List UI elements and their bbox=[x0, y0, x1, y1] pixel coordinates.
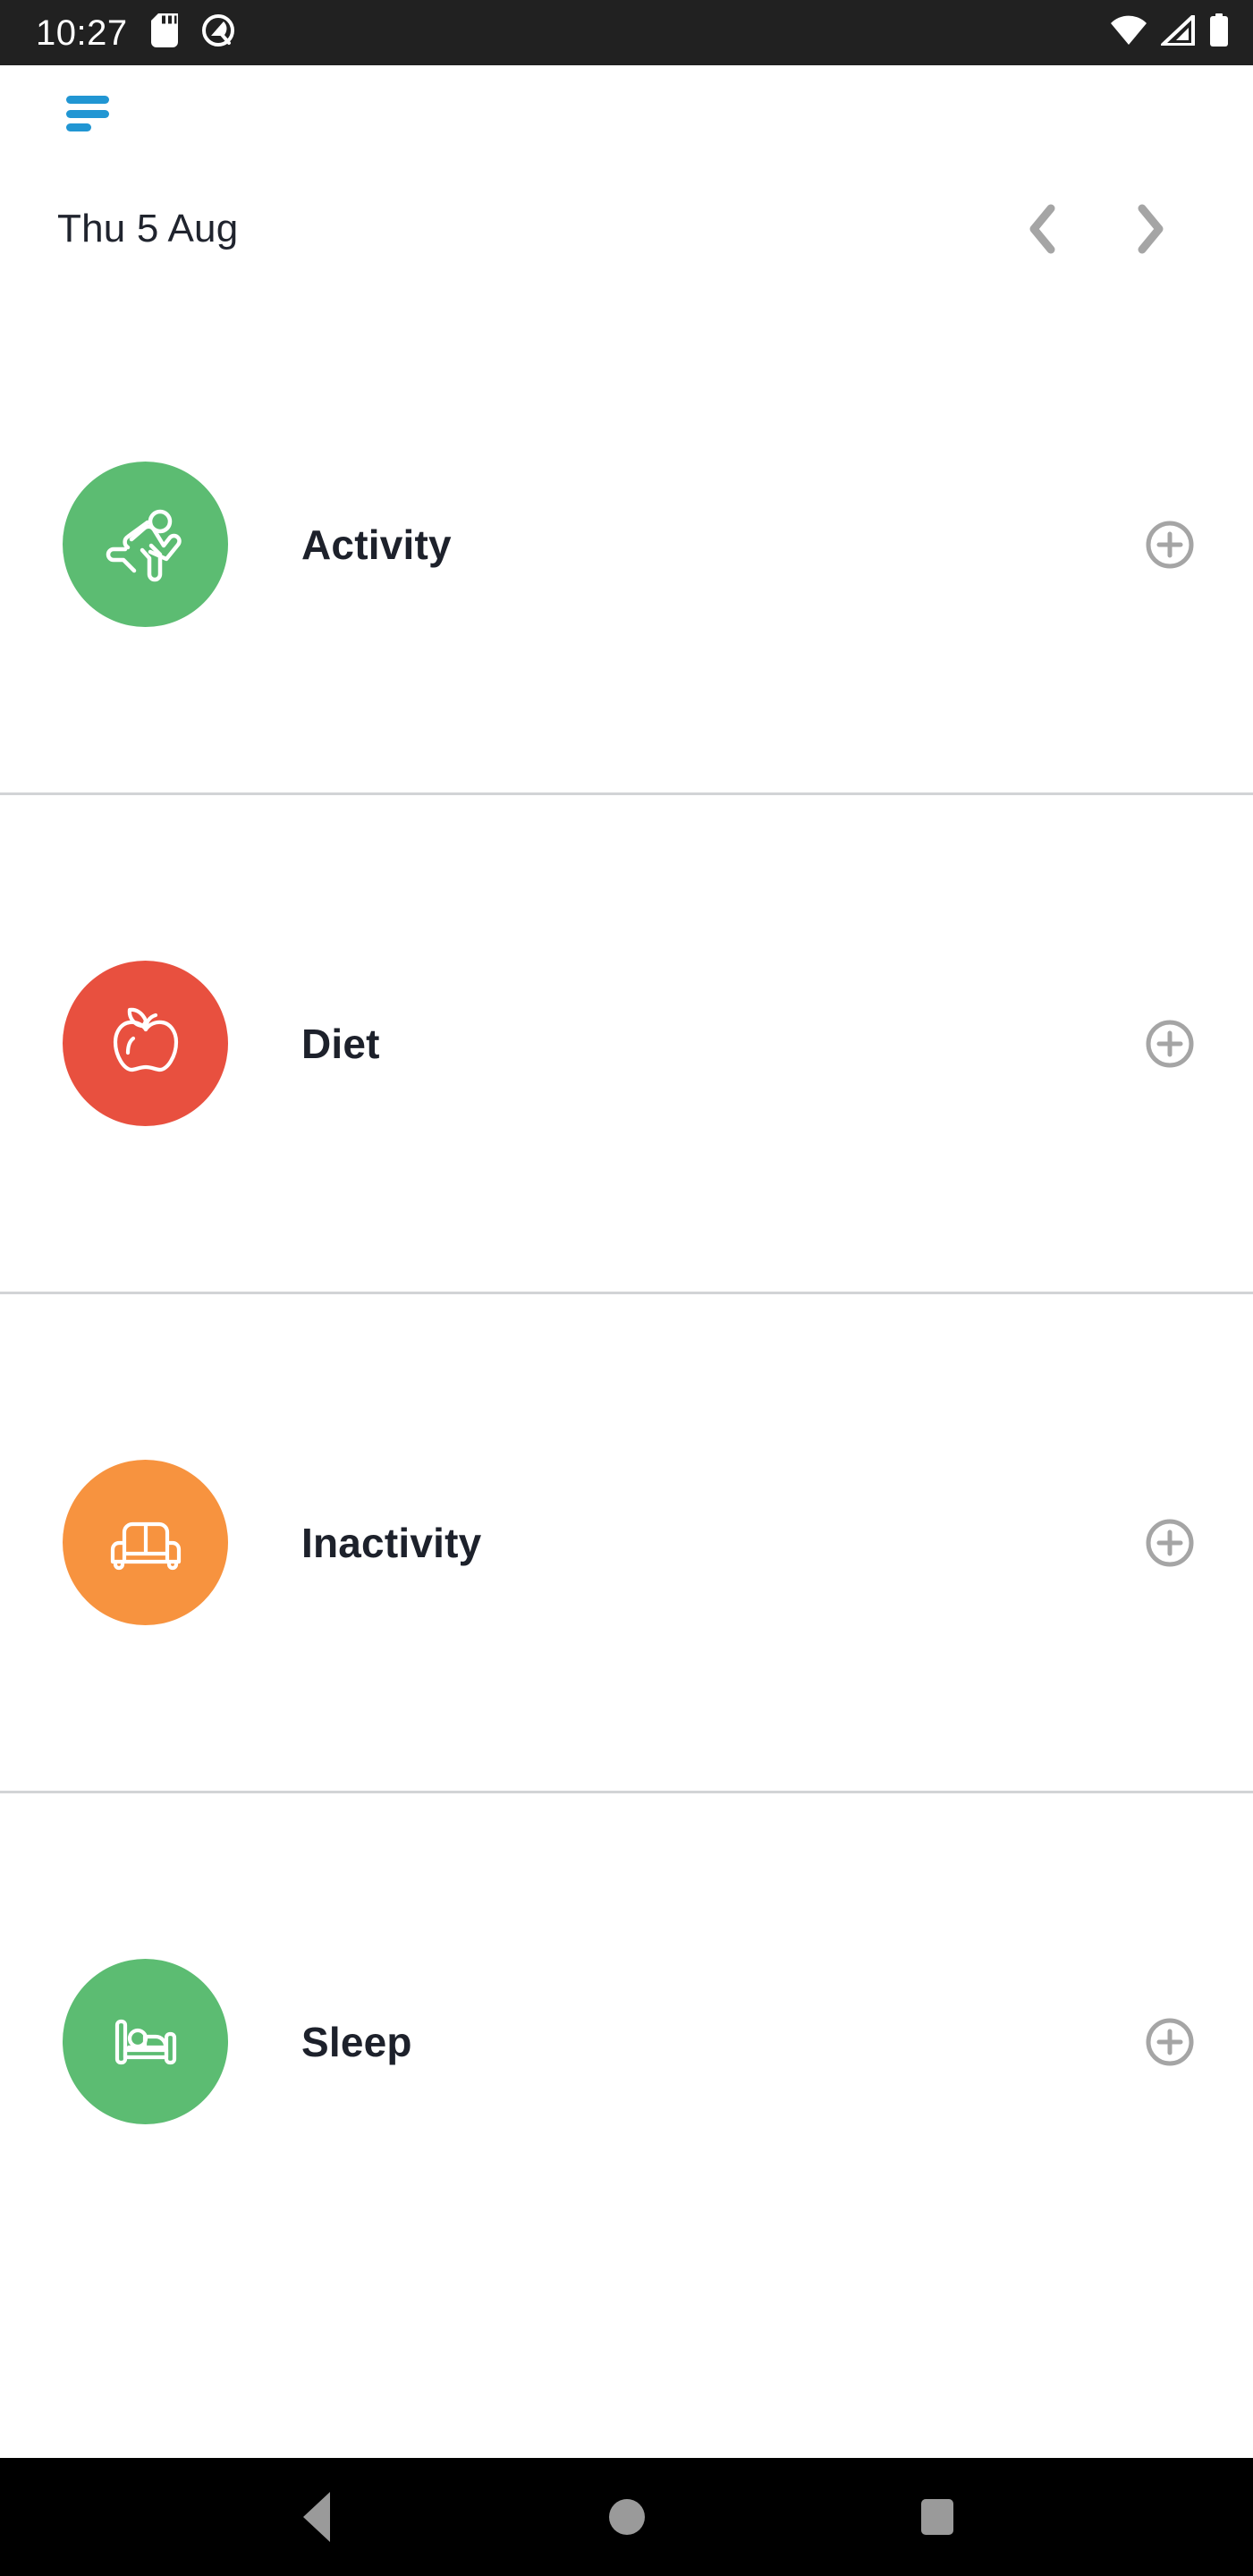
previous-day-button[interactable] bbox=[1015, 201, 1071, 257]
home-circle-icon bbox=[608, 2499, 645, 2535]
list-row-inactivity[interactable]: Inactivity bbox=[0, 1294, 1253, 1791]
battery-full-icon bbox=[1208, 13, 1230, 52]
android-q-icon bbox=[201, 13, 235, 52]
back-button[interactable] bbox=[263, 2472, 370, 2562]
apple-icon bbox=[113, 1007, 178, 1072]
wifi-icon bbox=[1110, 15, 1147, 50]
top-app-bar bbox=[0, 65, 1253, 162]
sleep-label: Sleep bbox=[301, 2018, 412, 2065]
hamburger-line-2 bbox=[66, 109, 109, 118]
back-triangle-icon bbox=[302, 2492, 330, 2542]
android-navigation-bar bbox=[0, 2458, 1253, 2576]
recents-square-icon bbox=[920, 2499, 953, 2535]
sleep-badge bbox=[63, 1959, 228, 2124]
plus-circle-icon bbox=[1146, 521, 1194, 568]
hamburger-line-3 bbox=[66, 123, 91, 131]
hamburger-line-1 bbox=[66, 96, 109, 104]
status-bar: 10:27 bbox=[0, 0, 1253, 65]
recents-button[interactable] bbox=[884, 2472, 991, 2562]
date-navigation: Thu 5 Aug bbox=[0, 162, 1253, 296]
add-activity-button[interactable] bbox=[1142, 517, 1198, 572]
add-inactivity-button[interactable] bbox=[1142, 1515, 1198, 1571]
home-button[interactable] bbox=[573, 2472, 681, 2562]
chevron-right-icon bbox=[1138, 204, 1164, 254]
bed-icon bbox=[114, 2019, 176, 2064]
status-bar-right bbox=[1110, 13, 1230, 52]
next-day-button[interactable] bbox=[1122, 201, 1178, 257]
current-date-label: Thu 5 Aug bbox=[57, 207, 239, 250]
add-diet-button[interactable] bbox=[1142, 1016, 1198, 1072]
inactivity-badge bbox=[63, 1460, 228, 1625]
status-bar-left: 10:27 bbox=[36, 13, 235, 52]
diet-badge bbox=[63, 961, 228, 1126]
plus-circle-icon bbox=[1146, 1020, 1194, 1067]
running-person-icon bbox=[106, 509, 182, 581]
sd-card-icon bbox=[150, 13, 178, 52]
list-row-sleep[interactable]: Sleep bbox=[0, 1793, 1253, 2290]
plus-circle-icon bbox=[1146, 2018, 1194, 2065]
status-clock: 10:27 bbox=[36, 13, 128, 53]
list-row-diet[interactable]: Diet bbox=[0, 795, 1253, 1292]
add-sleep-button[interactable] bbox=[1142, 2014, 1198, 2070]
plus-circle-icon bbox=[1146, 1519, 1194, 1566]
category-list: Activity Diet Inactivity Sleep bbox=[0, 296, 1253, 2458]
activity-label: Activity bbox=[301, 521, 452, 568]
app-root: 10:27 Thu 5 Aug Activity Diet Inactivity… bbox=[0, 0, 1253, 2576]
list-row-activity[interactable]: Activity bbox=[0, 296, 1253, 792]
date-arrow-group bbox=[1015, 201, 1217, 257]
chevron-left-icon bbox=[1029, 204, 1055, 254]
activity-badge bbox=[63, 462, 228, 627]
hamburger-menu-icon[interactable] bbox=[66, 96, 109, 131]
diet-label: Diet bbox=[301, 1020, 380, 1067]
cellular-signal-icon bbox=[1160, 14, 1196, 50]
inactivity-label: Inactivity bbox=[301, 1519, 482, 1566]
sofa-icon bbox=[110, 1521, 181, 1570]
